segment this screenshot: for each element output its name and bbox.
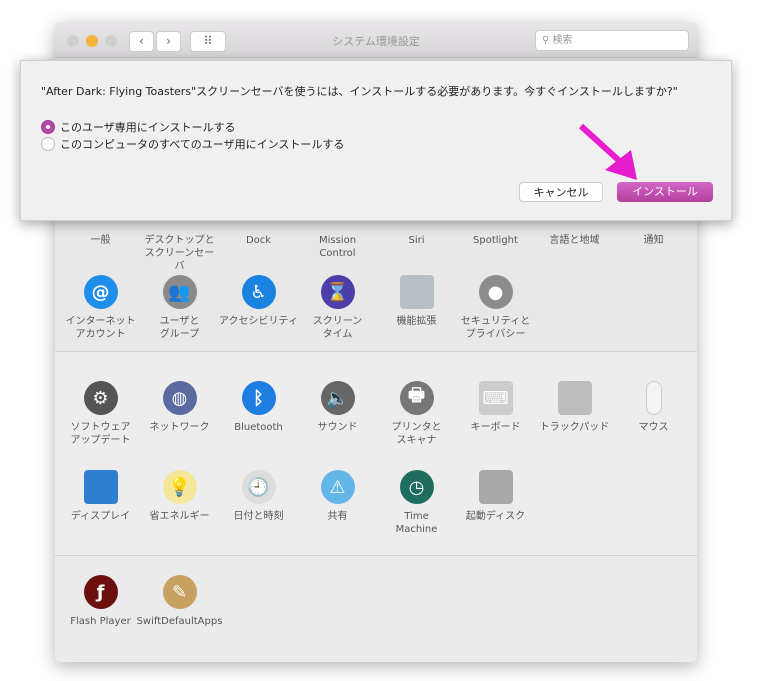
pref-pane-label: サウンド [317,422,358,433]
pref-pane-label: ディスプレイ [70,511,131,522]
pref-pane-label: プリンタと スキャナ [391,422,442,446]
pref-pane-item[interactable]: ƒ Flash Player [61,575,140,628]
other-section: ƒ Flash Player ✎ SwiftDefaultApps [55,556,697,662]
folder-icon: ⚠ [320,470,355,504]
pref-pane-item[interactable]: ⌨ キーボード [456,381,535,447]
swift-apps-icon: ✎ [162,575,197,609]
pref-pane-label: ネットワーク [149,422,210,433]
pointer-arrow-annotation [578,123,637,180]
disk-icon [478,470,513,504]
pref-pane-label: アクセシビリティ [219,316,298,327]
pref-pane-item[interactable]: Spotlight [456,228,535,273]
pref-pane-label: 日付と時刻 [233,511,284,522]
radio-this-user[interactable]: このユーザ専用にインストールする [41,119,236,135]
pref-pane-label: セキュリティと プライバシー [460,316,531,340]
pref-pane-item[interactable]: @ インターネット アカウント [61,275,140,341]
pref-pane-label: ユーザと グループ [159,316,200,340]
pref-pane-label: 機能拡張 [396,316,437,327]
pref-pane-item[interactable]: 機能拡張 [377,275,456,341]
gear-icon: ⚙ [83,381,118,415]
pref-pane-label: Dock [245,235,272,246]
pref-pane-label: Siri [408,235,425,246]
lightbulb-icon: 💡 [162,470,197,504]
pref-pane-item[interactable]: ⚠ 共有 [298,470,377,536]
pref-pane-label: Bluetooth [234,422,283,433]
trackpad-icon [557,381,592,415]
title-bar: ‹ › ⠿ システム環境設定 ⚲ 検索 [55,22,697,58]
dialog-message: "After Dark: Flying Toasters"スクリーンセーバを使う… [41,85,678,98]
search-placeholder: 検索 [552,35,573,46]
pref-pane-label: 省エネルギー [149,511,210,522]
pref-pane-item[interactable]: 💡 省エネルギー [140,470,219,536]
pref-pane-item[interactable]: ⚙ ソフトウェア アップデート [61,381,140,447]
pref-pane-label: スクリーン タイム [312,316,363,340]
pref-pane-label: SwiftDefaultApps [136,616,223,627]
pref-pane-item[interactable]: Siri [377,228,456,273]
pref-pane-item[interactable]: ◷ Time Machine [377,470,456,536]
pref-pane-item[interactable]: 言語と地域 [535,228,614,273]
pref-pane-label: Mission Control [318,235,357,259]
pref-pane-item[interactable]: ᛒ Bluetooth [219,381,298,447]
pref-pane-item[interactable]: 👥 ユーザと グループ [140,275,219,341]
pref-pane-label: 言語と地域 [549,235,600,246]
pref-pane-label: Flash Player [70,616,131,627]
keyboard-icon: ⌨ [478,381,513,415]
pref-pane-item[interactable]: ✎ SwiftDefaultApps [137,575,222,628]
pref-pane-item[interactable]: ディスプレイ [61,470,140,536]
pref-pane-item[interactable]: ♿ アクセシビリティ [219,275,298,341]
pref-pane-label: トラックパッド [539,422,610,433]
pref-pane-item[interactable]: 🔈 サウンド [298,381,377,447]
display-icon [83,470,118,504]
time-machine-icon: ◷ [399,470,434,504]
pref-pane-item[interactable]: 起動ディスク [456,470,535,536]
users-icon: 👥 [162,275,197,309]
radio-label: このユーザ専用にインストールする [60,121,236,134]
pref-pane-label: 一般 [90,235,111,246]
pref-pane-item[interactable]: Mission Control [298,228,377,273]
radio-button-selected[interactable] [41,120,55,134]
pref-pane-label: 通知 [643,235,664,246]
puzzle-icon [399,275,434,309]
pref-pane-label: Spotlight [473,235,518,246]
printer-icon: 🖶 [399,381,434,415]
pref-pane-label: マウス [638,422,669,433]
mouse-icon [645,381,662,415]
pref-pane-item[interactable]: デスクトップと スクリーンセーバ [140,228,219,273]
pref-pane-item[interactable]: ⌛ スクリーン タイム [298,275,377,341]
pref-pane-label: デスクトップと スクリーンセーバ [144,235,215,272]
pref-pane-item[interactable]: 🕘 日付と時刻 [219,470,298,536]
globe-icon: ◍ [162,381,197,415]
accessibility-icon: ♿ [241,275,276,309]
bluetooth-icon: ᛒ [241,381,276,415]
pref-pane-item[interactable]: ◍ ネットワーク [140,381,219,447]
pref-pane-label: ソフトウェア アップデート [70,422,131,446]
pref-pane-label: インターネット アカウント [65,316,136,340]
pref-pane-label: 共有 [327,511,348,522]
pref-pane-label: キーボード [470,422,521,433]
speaker-icon: 🔈 [320,381,355,415]
radio-button[interactable] [41,137,55,151]
pref-pane-item[interactable]: 🖶 プリンタと スキャナ [377,381,456,447]
flash-icon: ƒ [83,575,118,609]
radio-all-users[interactable]: このコンピュータのすべてのユーザ用にインストールする [41,136,344,152]
pref-pane-label: Time Machine [395,511,438,535]
clock-icon: 🕘 [241,470,276,504]
search-icon: ⚲ [542,35,553,46]
pref-pane-label: 起動ディスク [465,511,526,522]
hardware-section: ⚙ ソフトウェア アップデート ◍ ネットワーク ᛒ Bluetooth 🔈 サウンド 🖶 プリン… [55,352,697,556]
pref-pane-item[interactable]: 通知 [614,228,693,273]
hourglass-icon: ⌛ [320,275,355,309]
radio-label: このコンピュータのすべてのユーザ用にインストールする [60,138,345,151]
pref-pane-item[interactable]: 一般 [61,228,140,273]
house-lock-icon: ● [478,275,513,309]
pref-pane-item[interactable]: Dock [219,228,298,273]
pref-pane-item[interactable]: マウス [614,381,693,447]
search-input[interactable]: ⚲ 検索 [535,30,689,51]
at-icon: @ [83,275,118,309]
pref-pane-item[interactable]: トラックパッド [535,381,614,447]
pref-pane-item[interactable]: ● セキュリティと プライバシー [456,275,535,341]
